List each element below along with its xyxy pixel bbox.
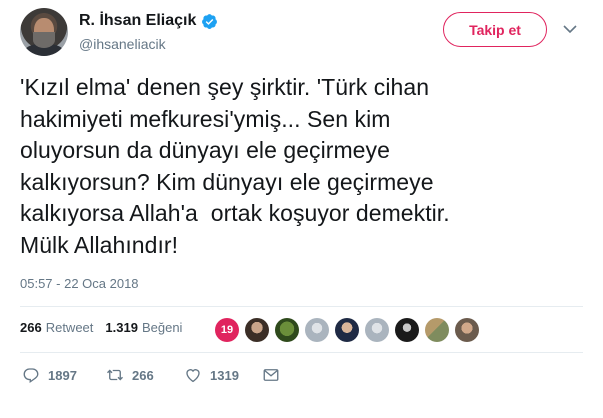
verified-badge-icon [202, 13, 218, 29]
author-avatar[interactable] [20, 8, 68, 56]
author-info: R. İhsan Eliaçık @ihsaneliacik [79, 12, 218, 52]
divider-top [20, 306, 583, 307]
liker-avatar[interactable] [245, 318, 269, 342]
author-handle[interactable]: @ihsaneliacik [79, 36, 218, 52]
chevron-down-icon[interactable] [563, 24, 577, 34]
liker-avatar[interactable] [335, 318, 359, 342]
direct-message-button[interactable] [262, 366, 280, 384]
reply-icon [23, 368, 39, 384]
liker-avatar[interactable] [455, 318, 479, 342]
retweet-button[interactable]: 266 [106, 366, 154, 384]
heart-icon [186, 369, 200, 383]
like-count: 1319 [210, 367, 239, 383]
likes-label[interactable]: Beğeni [142, 320, 182, 335]
liker-avatar[interactable] [305, 318, 329, 342]
author-name-row: R. İhsan Eliaçık [79, 12, 218, 30]
tweet-stats: 266 Retweet 1.319 Beğeni [20, 320, 182, 335]
tweet-text: 'Kızıl elma' denen şey şirktir. 'Türk ci… [20, 74, 450, 258]
liker-avatar[interactable] [365, 318, 389, 342]
retweet-count: 266 [132, 367, 154, 383]
avatar-beard [33, 32, 55, 48]
reply-count: 1897 [48, 367, 77, 383]
author-display-name[interactable]: R. İhsan Eliaçık [79, 12, 196, 30]
retweets-count[interactable]: 266 [20, 320, 42, 335]
retweet-icon [107, 369, 123, 381]
likers-more-badge[interactable]: 19 [215, 318, 239, 342]
retweets-label[interactable]: Retweet [46, 320, 94, 335]
likes-count[interactable]: 1.319 [105, 320, 138, 335]
reply-button[interactable]: 1897 [22, 366, 77, 384]
liker-avatar[interactable] [395, 318, 419, 342]
tweet-actions: 1897 266 1319 [22, 366, 322, 388]
envelope-icon [263, 369, 279, 381]
liker-avatar[interactable] [425, 318, 449, 342]
follow-button[interactable]: Takip et [443, 12, 547, 47]
divider-bottom [20, 352, 583, 353]
like-button[interactable]: 1319 [184, 366, 239, 384]
tweet-timestamp[interactable]: 05:57 - 22 Oca 2018 [20, 276, 139, 291]
likers-list: 19 [215, 318, 479, 342]
liker-avatar[interactable] [275, 318, 299, 342]
